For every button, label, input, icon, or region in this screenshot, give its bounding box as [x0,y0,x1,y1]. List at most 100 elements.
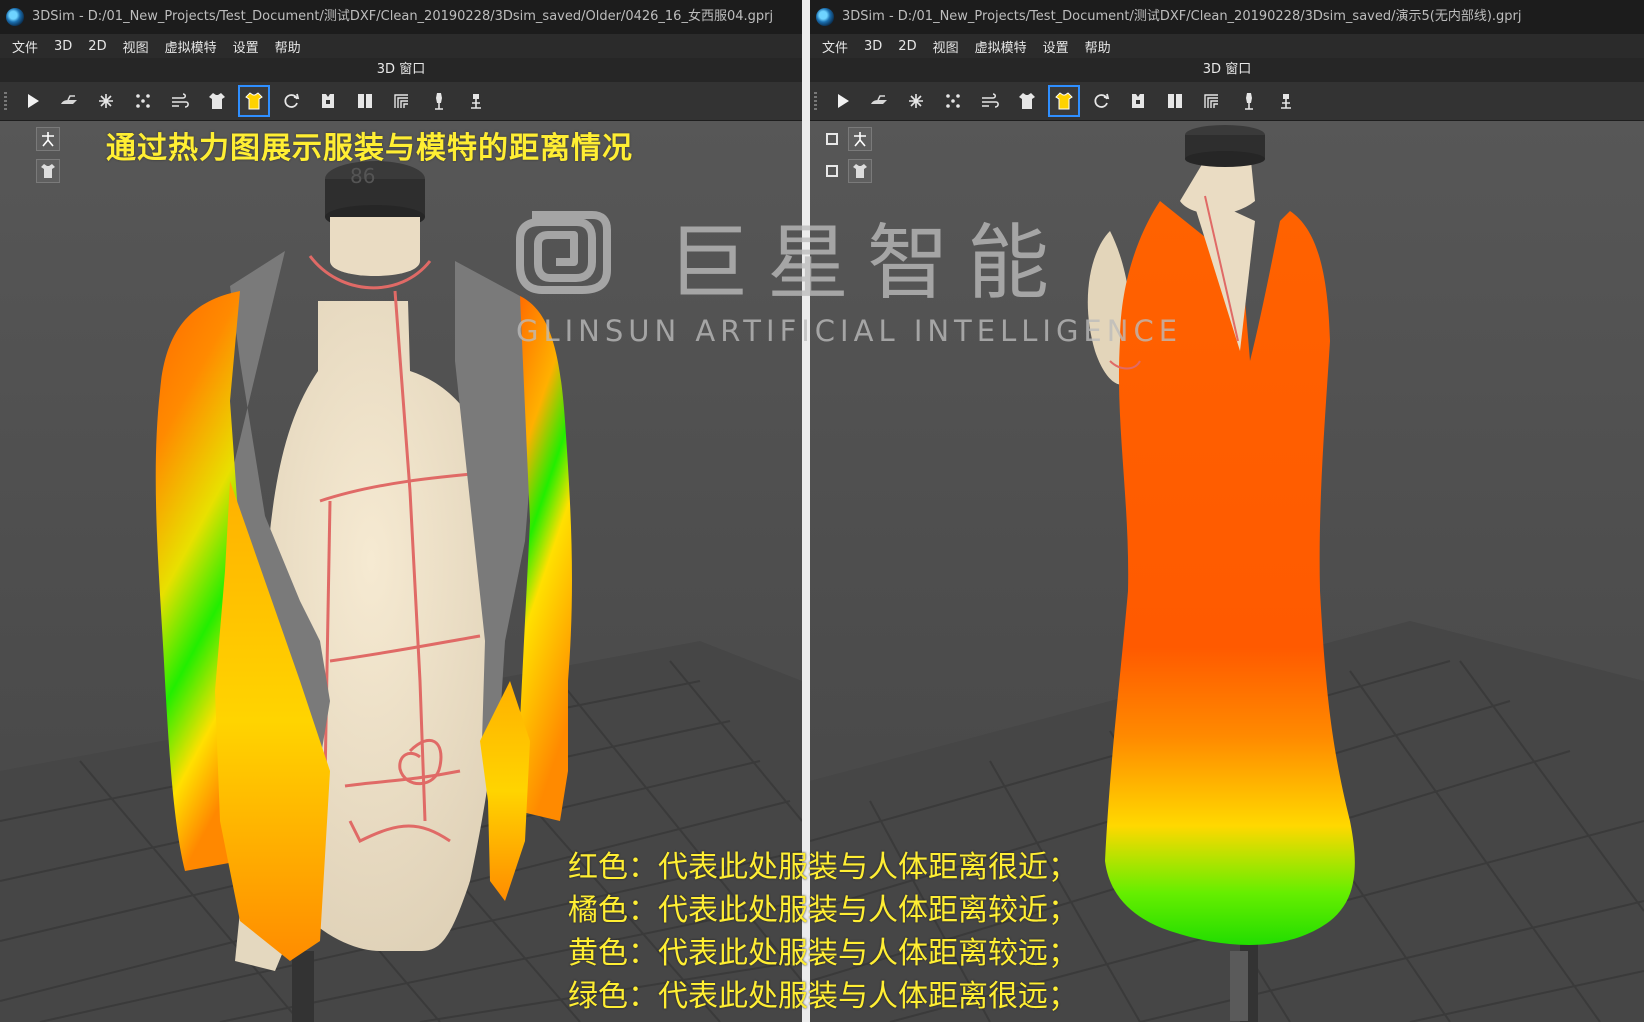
stand-reset-icon [471,94,481,109]
toolbar-stand-button[interactable] [1233,85,1265,117]
heatmap-shirt-icon [1055,92,1073,110]
stand-icon [1245,93,1253,110]
menu-avatar[interactable]: 虚拟模特 [159,35,223,58]
shirt-icon [1019,93,1035,109]
garment-icon [853,164,867,178]
menu-file[interactable]: 文件 [816,35,854,58]
garment-front-icon [1132,94,1144,108]
garment-visibility-button[interactable] [36,159,60,183]
menu-bar: 文件 3D 2D 视图 虚拟模特 设置 帮助 [0,34,802,58]
iron-icon [871,95,887,104]
toolbar-3d [0,82,802,121]
toolbar-shirt-button[interactable] [201,85,233,117]
garment-icon [41,164,55,178]
points-icon [946,94,960,108]
play-icon [28,94,39,108]
brand-watermark: 巨星智能 GLINSUN ARTIFICIAL INTELLIGENCE [512,196,1177,356]
toolbar-heatmap-shirt-button[interactable] [238,85,270,117]
toolbar-fabric-grain-button[interactable] [386,85,418,117]
toolbar-garment-front-button[interactable] [1122,85,1154,117]
left-titlebar: 3DSim - D:/01_New_Projects/Test_Document… [0,0,802,34]
legend-green: 绿色：代表此处服装与人体距离很远； [568,979,1078,1014]
toolbar-play-button[interactable] [16,85,48,117]
toolbar-stand-reset-button[interactable] [1270,85,1302,117]
avatar-visibility-button[interactable] [36,127,60,151]
window-title: 3DSim - D:/01_New_Projects/Test_Document… [32,9,774,24]
toolbar-fabric-grain-button[interactable] [1196,85,1228,117]
toolbar-grip[interactable] [4,92,7,110]
iron-icon [61,95,77,104]
toolbar-wind-button[interactable] [164,85,196,117]
window-title: 3DSim - D:/01_New_Projects/Test_Document… [842,9,1522,24]
refresh-icon [284,93,300,108]
stand-icon [435,93,443,110]
avatar-icon [42,132,54,147]
menu-3d[interactable]: 3D [48,37,78,56]
avatar-icon [854,132,866,147]
pin-icon [909,94,923,108]
panel-title-3d: 3D 窗口 [0,58,802,82]
toolbar-stand-reset-button[interactable] [460,85,492,117]
toolbar-iron-button[interactable] [863,85,895,117]
menu-help[interactable]: 帮助 [1079,35,1117,58]
toolbar-wind-button[interactable] [974,85,1006,117]
menu-3d[interactable]: 3D [858,37,888,56]
menu-view[interactable]: 视图 [117,35,155,58]
shirt-icon [209,93,225,109]
garment-split-icon [358,94,372,108]
right-titlebar: 3DSim - D:/01_New_Projects/Test_Document… [810,0,1644,34]
toolbar-garment-split-button[interactable] [1159,85,1191,117]
toolbar-shirt-button[interactable] [1011,85,1043,117]
garment-toggle [826,159,872,183]
menu-2d[interactable]: 2D [892,37,922,56]
watermark-cn: 巨星智能 [667,216,1068,311]
avatar-visibility-button[interactable] [848,127,872,151]
garment-split-icon [1168,94,1182,108]
play-icon [838,94,849,108]
refresh-icon [1094,93,1110,108]
menu-help[interactable]: 帮助 [269,35,307,58]
legend-yellow: 黄色：代表此处服装与人体距离较远； [568,936,1078,971]
toolbar-points-button[interactable] [127,85,159,117]
toolbar-points-button[interactable] [937,85,969,117]
legend-orange: 橘色：代表此处服装与人体距离较近； [568,893,1078,928]
menu-settings[interactable]: 设置 [1037,35,1075,58]
avatar-toggle [36,127,60,151]
heatmap-legend: 红色：代表此处服装与人体距离很近； 橘色：代表此处服装与人体距离较近； 黄色：代… [568,846,1078,1018]
menu-view[interactable]: 视图 [927,35,965,58]
toolbar-garment-front-button[interactable] [312,85,344,117]
wind-icon [982,93,999,108]
toolbar-3d [810,82,1644,121]
toolbar-iron-button[interactable] [53,85,85,117]
avatar-checkbox[interactable] [826,133,838,145]
watermark-en: GLINSUN ARTIFICIAL INTELLIGENCE [516,314,1183,348]
toolbar-pin-button[interactable] [900,85,932,117]
toolbar-refresh-button[interactable] [275,85,307,117]
garment-visibility-button[interactable] [848,159,872,183]
points-icon [136,94,150,108]
app-logo-icon [816,8,834,26]
toolbar-heatmap-shirt-button[interactable] [1048,85,1080,117]
menu-2d[interactable]: 2D [82,37,112,56]
panel-title-3d: 3D 窗口 [810,58,1644,82]
garment-front-icon [322,94,334,108]
toolbar-garment-split-button[interactable] [349,85,381,117]
toolbar-refresh-button[interactable] [1085,85,1117,117]
fabric-grain-icon [1204,94,1218,108]
menu-avatar[interactable]: 虚拟模特 [969,35,1033,58]
heatmap-shirt-icon [245,92,263,110]
menu-file[interactable]: 文件 [6,35,44,58]
wind-icon [172,93,189,108]
pin-icon [99,94,113,108]
size-mark: 86 [350,164,375,188]
garment-checkbox[interactable] [826,165,838,177]
legend-red: 红色：代表此处服装与人体距离很近； [568,850,1078,885]
toolbar-stand-button[interactable] [423,85,455,117]
menu-settings[interactable]: 设置 [227,35,265,58]
glinsun-logo-icon [516,211,611,294]
overlay-title: 通过热力图展示服装与模特的距离情况 [106,131,633,166]
toolbar-play-button[interactable] [826,85,858,117]
toolbar-grip[interactable] [814,92,817,110]
app-logo-icon [6,8,24,26]
toolbar-pin-button[interactable] [90,85,122,117]
